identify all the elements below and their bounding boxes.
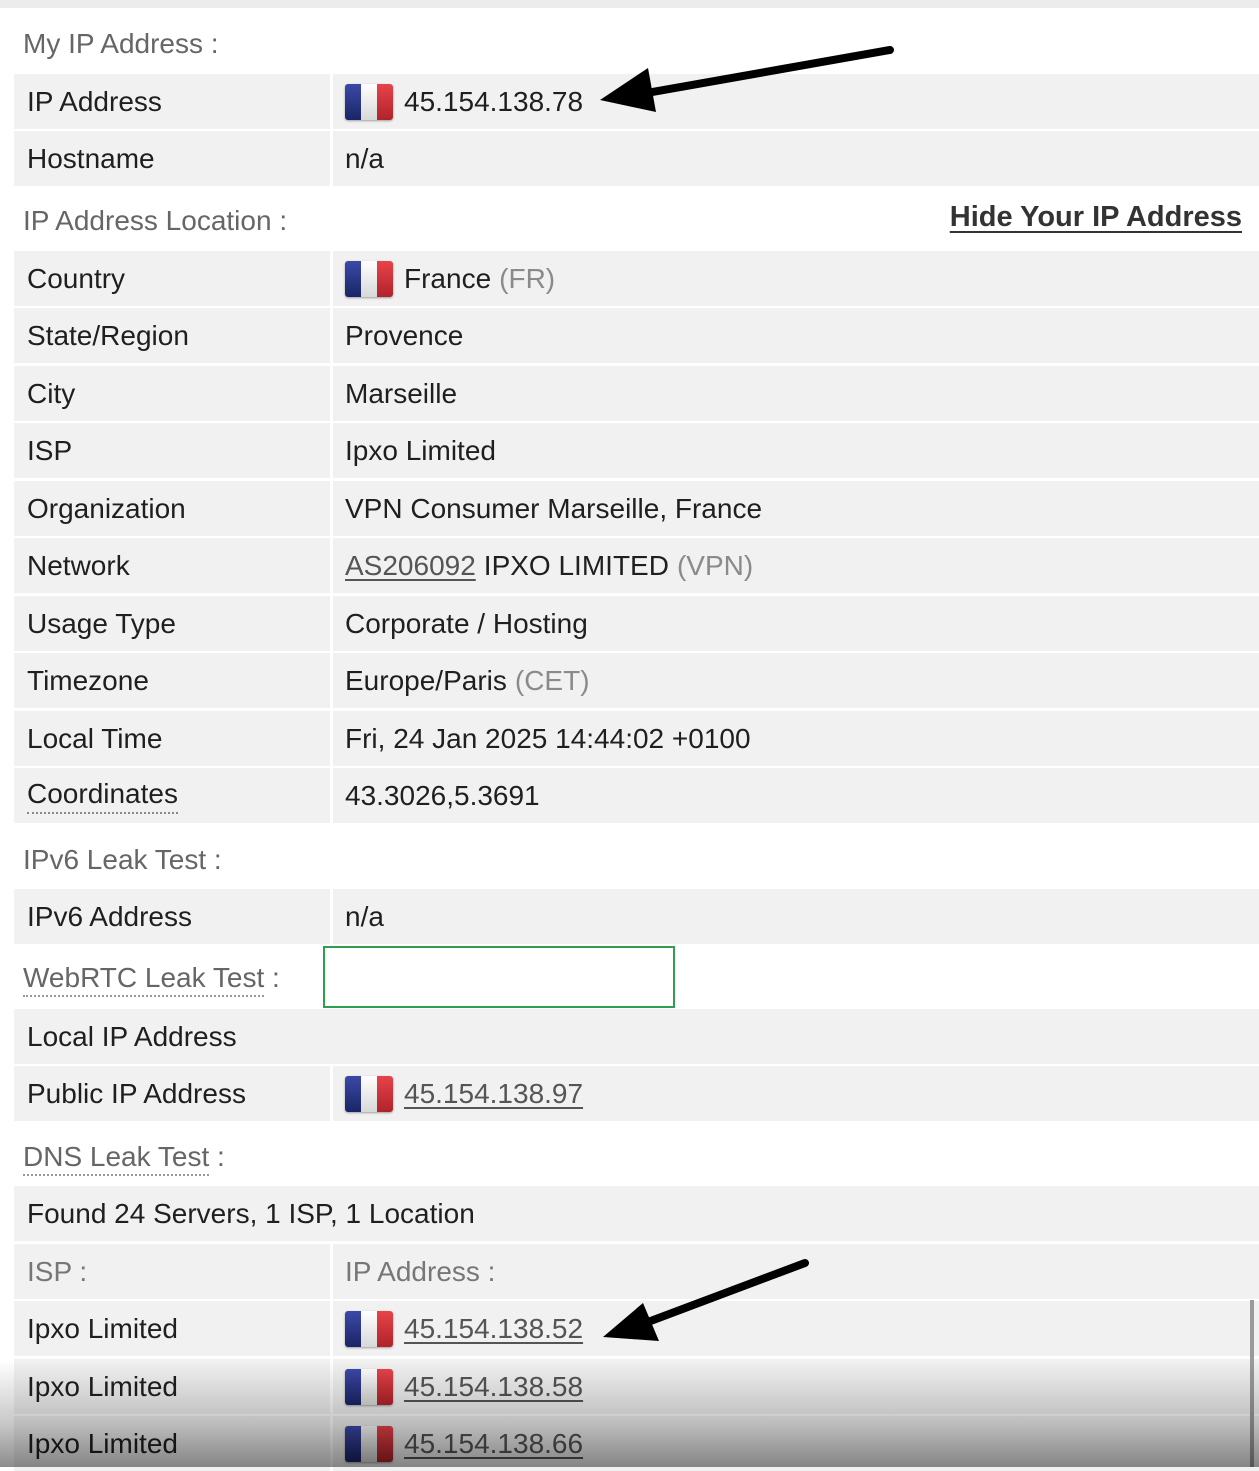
dns-row-isp: Ipxo Limited	[27, 1312, 178, 1344]
row-label: Timezone	[27, 664, 149, 696]
webrtc-title-suffix: :	[264, 962, 280, 993]
section-title: IP Address Location :	[23, 205, 288, 236]
highlight-box	[323, 946, 675, 1008]
section-ipv6: IPv6 Leak Test :	[14, 832, 1259, 888]
france-flag-icon	[345, 83, 393, 120]
row-network: Network AS206092 IPXO LIMITED (VPN)	[14, 538, 1259, 593]
dns-ip-link[interactable]: 45.154.138.52	[404, 1313, 583, 1345]
row-dns-summary: Found 24 Servers, 1 ISP, 1 Location	[14, 1186, 1259, 1241]
row-label: Local IP Address	[27, 1020, 237, 1052]
row-label: IPv6 Address	[27, 900, 192, 932]
row-label: State/Region	[27, 319, 189, 351]
timezone-abbr: (CET)	[514, 664, 590, 696]
network-tag: (VPN)	[676, 549, 754, 581]
top-divider	[0, 0, 1259, 8]
row-label: Public IP Address	[27, 1077, 246, 1109]
row-value: 45.154.138.66	[330, 1416, 1259, 1471]
section-title-wrap: DNS Leak Test :	[23, 1141, 225, 1176]
row-value: 43.3026,5.3691	[330, 768, 1259, 823]
row-value: n/a	[330, 131, 1259, 186]
row-value: VPN Consumer Marseille, France	[330, 481, 1259, 536]
row-label: Network	[27, 549, 130, 581]
france-flag-icon	[345, 1368, 393, 1405]
ip-value[interactable]: 45.154.138.78	[404, 86, 583, 118]
public-ip-link[interactable]: 45.154.138.97	[404, 1078, 583, 1110]
row-value: Ipxo Limited	[330, 423, 1259, 478]
dns-ip-link[interactable]: 45.154.138.58	[404, 1371, 583, 1403]
row-value: Corporate / Hosting	[330, 596, 1259, 651]
dns-row-isp: Ipxo Limited	[27, 1370, 178, 1402]
row-isp: ISP Ipxo Limited	[14, 423, 1259, 478]
network-name: IPXO LIMITED	[483, 549, 669, 581]
row-label: Coordinates	[14, 768, 326, 823]
row-local-time: Local Time Fri, 24 Jan 2025 14:44:02 +01…	[14, 711, 1259, 766]
dns-summary: Found 24 Servers, 1 ISP, 1 Location	[27, 1197, 475, 1229]
dns-title[interactable]: DNS Leak Test	[23, 1141, 210, 1176]
row-value: 45.154.138.97	[330, 1066, 1259, 1121]
row-value: France (FR)	[330, 251, 1259, 306]
row-organization: Organization VPN Consumer Marseille, Fra…	[14, 481, 1259, 536]
dns-row: Ipxo Limited 45.154.138.66	[14, 1416, 1259, 1471]
dns-row: Ipxo Limited 45.154.138.58	[14, 1359, 1259, 1414]
france-flag-icon	[345, 1310, 393, 1347]
row-value: Fri, 24 Jan 2025 14:44:02 +0100	[330, 711, 1259, 766]
row-ipv6-address: IPv6 Address n/a	[14, 889, 1259, 944]
coordinates-label[interactable]: Coordinates	[27, 778, 178, 814]
col-isp-header: ISP :	[27, 1255, 88, 1287]
row-city: City Marseille	[14, 366, 1259, 421]
row-value: n/a	[330, 889, 1259, 944]
timezone-name: Europe/Paris	[345, 664, 507, 696]
row-country: Country France (FR)	[14, 251, 1259, 306]
row-label: ISP	[27, 434, 73, 466]
dns-title-suffix: :	[209, 1141, 225, 1172]
asn-link[interactable]: AS206092	[345, 550, 476, 582]
row-label: Country	[27, 262, 126, 294]
row-value: Marseille	[330, 366, 1259, 421]
row-public-ip: Public IP Address 45.154.138.97	[14, 1066, 1259, 1121]
france-flag-icon	[345, 260, 393, 297]
france-flag-icon	[345, 1425, 393, 1462]
section-title-wrap: WebRTC Leak Test :	[23, 962, 280, 997]
row-usage-type: Usage Type Corporate / Hosting	[14, 596, 1259, 651]
row-label: Hostname	[27, 142, 155, 174]
row-label: Usage Type	[27, 607, 176, 639]
row-label: Organization	[27, 492, 186, 524]
row-region: State/Region Provence	[14, 308, 1259, 363]
row-label: City	[27, 377, 76, 409]
scrollbar[interactable]	[1250, 1300, 1254, 1467]
annotation-arrow-icon	[600, 46, 894, 112]
country-code: (FR)	[499, 262, 556, 294]
row-value: Europe/Paris (CET)	[330, 653, 1259, 708]
dns-row-isp: Ipxo Limited	[27, 1427, 178, 1459]
row-label: Local Time	[27, 722, 163, 754]
row-value: AS206092 IPXO LIMITED (VPN)	[330, 538, 1259, 593]
row-local-ip: Local IP Address	[14, 1009, 1259, 1064]
row-label: IP Address	[27, 85, 162, 117]
france-flag-icon	[345, 1075, 393, 1112]
row-hostname: Hostname n/a	[14, 131, 1259, 186]
section-title: IPv6 Leak Test :	[23, 844, 222, 875]
annotation-arrow-icon	[603, 1259, 809, 1341]
country-name: France	[404, 262, 492, 294]
row-timezone: Timezone Europe/Paris (CET)	[14, 653, 1259, 708]
row-coordinates: Coordinates 43.3026,5.3691	[14, 768, 1259, 823]
section-location: IP Address Location : Hide Your IP Addre…	[14, 193, 1259, 249]
dns-ip-link[interactable]: 45.154.138.66	[404, 1428, 583, 1460]
hide-ip-link[interactable]: Hide Your IP Address	[950, 201, 1242, 234]
webrtc-title[interactable]: WebRTC Leak Test	[23, 962, 265, 997]
section-title: My IP Address :	[23, 28, 219, 59]
row-value: 45.154.138.58	[330, 1359, 1259, 1414]
section-dns: DNS Leak Test :	[14, 1129, 1259, 1185]
row-value: Provence	[330, 308, 1259, 363]
